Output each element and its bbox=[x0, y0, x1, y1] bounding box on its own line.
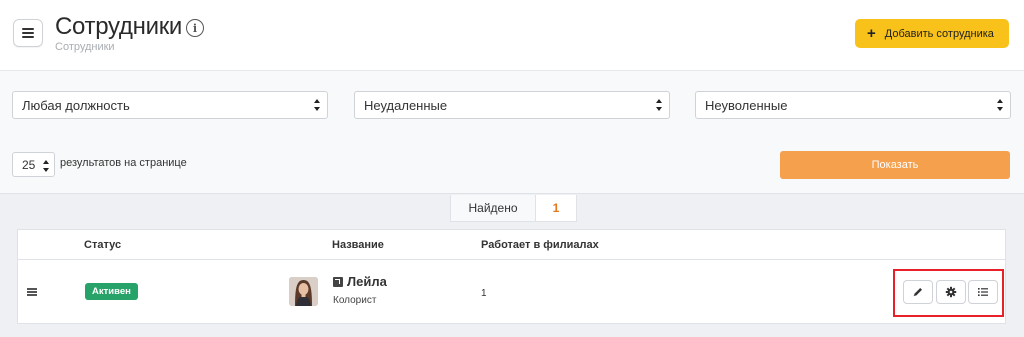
deleted-select-value: Неудаленные bbox=[364, 97, 448, 113]
hamburger-icon bbox=[22, 28, 34, 38]
employees-table: Статус Название Работает в филиалах Акти… bbox=[17, 229, 1006, 324]
table-row: Активен Лейла Колорист 1 bbox=[18, 261, 1005, 324]
add-employee-button[interactable]: + Добавить сотрудника bbox=[855, 19, 1009, 48]
menu-toggle-button[interactable] bbox=[13, 19, 43, 47]
list-icon bbox=[978, 288, 988, 296]
edit-button[interactable] bbox=[903, 280, 933, 304]
avatar bbox=[289, 277, 318, 306]
show-button[interactable]: Показать bbox=[780, 151, 1010, 179]
plus-icon: + bbox=[867, 25, 876, 42]
gear-icon bbox=[945, 286, 957, 298]
add-employee-label: Добавить сотрудника bbox=[884, 27, 994, 40]
found-label: Найдено bbox=[451, 195, 536, 221]
external-link-icon bbox=[333, 276, 343, 287]
fired-select[interactable]: Неуволенные bbox=[695, 91, 1011, 119]
results-counter: Найдено 1 bbox=[450, 195, 577, 222]
pencil-icon bbox=[913, 288, 922, 297]
employee-name-link[interactable]: Лейла bbox=[333, 274, 387, 289]
page-title: Сотрудники bbox=[55, 13, 182, 40]
filters-panel: Любая должность Неудаленные Неуволенные … bbox=[0, 70, 1024, 194]
employee-name: Лейла bbox=[347, 274, 387, 289]
select-arrows-icon bbox=[656, 99, 662, 111]
per-page-label: результатов на странице bbox=[60, 157, 187, 169]
employee-role: Колорист bbox=[333, 295, 377, 306]
found-count: 1 bbox=[552, 201, 560, 215]
drag-handle-icon[interactable] bbox=[27, 288, 37, 296]
info-icon[interactable]: i bbox=[186, 19, 204, 37]
details-list-button[interactable] bbox=[968, 280, 998, 304]
employee-name-cell: Лейла Колорист bbox=[333, 274, 387, 306]
select-arrows-icon bbox=[43, 160, 49, 172]
position-select[interactable]: Любая должность bbox=[12, 91, 328, 119]
select-arrows-icon bbox=[997, 99, 1003, 111]
per-page-value: 25 bbox=[22, 157, 36, 172]
table-header: Статус Название Работает в филиалах bbox=[18, 230, 1005, 260]
deleted-select[interactable]: Неудаленные bbox=[354, 91, 670, 119]
column-header-status[interactable]: Статус bbox=[84, 239, 121, 251]
branches-count: 1 bbox=[481, 288, 487, 299]
column-header-branches[interactable]: Работает в филиалах bbox=[481, 239, 599, 251]
status-badge: Активен bbox=[85, 283, 138, 300]
column-header-name[interactable]: Название bbox=[332, 239, 384, 251]
position-select-value: Любая должность bbox=[22, 97, 130, 113]
page-header: Сотрудники i Сотрудники + Добавить сотру… bbox=[0, 0, 1024, 70]
per-page-select[interactable]: 25 bbox=[12, 152, 55, 177]
select-arrows-icon bbox=[314, 99, 320, 111]
settings-button[interactable] bbox=[936, 280, 966, 304]
fired-select-value: Неуволенные bbox=[705, 97, 788, 113]
breadcrumb: Сотрудники bbox=[55, 41, 115, 53]
